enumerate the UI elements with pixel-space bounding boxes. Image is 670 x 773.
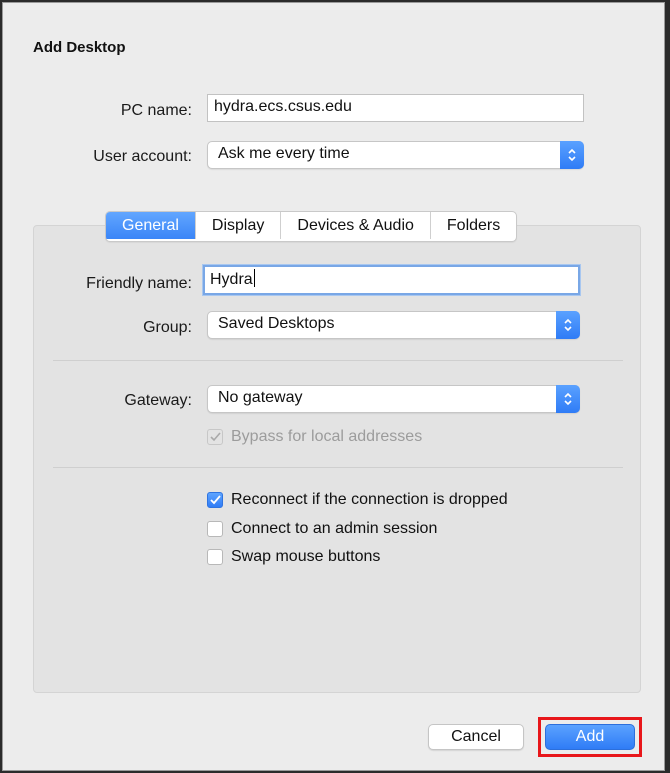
popup-stepper-icon (556, 311, 580, 339)
group-popup[interactable]: Saved Desktops (207, 311, 580, 339)
settings-panel (33, 225, 641, 693)
add-desktop-dialog: Add Desktop PC name: hydra.ecs.csus.edu … (2, 2, 665, 771)
admin-session-checkbox[interactable]: Connect to an admin session (207, 520, 437, 538)
tab-devices-audio[interactable]: Devices & Audio (280, 212, 430, 239)
dialog-title: Add Desktop (33, 39, 126, 56)
add-button-highlight: Add (538, 717, 642, 757)
group-label: Group: (143, 319, 192, 336)
bypass-label: Bypass for local addresses (231, 428, 423, 445)
checkmark-icon (207, 429, 223, 445)
friendly-name-value: Hydra (210, 271, 253, 288)
admin-session-label: Connect to an admin session (231, 520, 438, 537)
gateway-value: No gateway (218, 389, 303, 406)
tab-display[interactable]: Display (194, 212, 280, 239)
reconnect-label: Reconnect if the connection is dropped (231, 491, 508, 508)
add-button[interactable]: Add (545, 724, 635, 750)
pc-name-input[interactable]: hydra.ecs.csus.edu (207, 94, 584, 122)
cancel-button[interactable]: Cancel (428, 724, 524, 750)
user-account-value: Ask me every time (218, 145, 350, 162)
popup-stepper-icon (560, 141, 584, 169)
bypass-checkbox[interactable]: Bypass for local addresses (207, 428, 422, 446)
group-value: Saved Desktops (218, 315, 335, 332)
tab-bar: General Display Devices & Audio Folders (105, 211, 518, 242)
divider (53, 360, 623, 361)
divider (53, 467, 623, 468)
checkmark-icon (207, 492, 223, 508)
reconnect-checkbox[interactable]: Reconnect if the connection is dropped (207, 491, 508, 509)
swap-mouse-checkbox[interactable]: Swap mouse buttons (207, 548, 380, 566)
popup-stepper-icon (556, 385, 580, 413)
checkbox-empty-icon (207, 521, 223, 537)
swap-mouse-label: Swap mouse buttons (231, 548, 381, 565)
tab-folders[interactable]: Folders (429, 212, 516, 239)
friendly-name-input[interactable]: Hydra (203, 265, 580, 295)
tab-general[interactable]: General (106, 212, 195, 239)
gateway-popup[interactable]: No gateway (207, 385, 580, 413)
text-cursor (253, 269, 255, 287)
friendly-name-label: Friendly name: (86, 275, 192, 292)
user-account-label: User account: (93, 148, 192, 165)
user-account-popup[interactable]: Ask me every time (207, 141, 584, 169)
pc-name-label: PC name: (120, 102, 192, 119)
gateway-label: Gateway: (124, 392, 192, 409)
checkbox-empty-icon (207, 549, 223, 565)
